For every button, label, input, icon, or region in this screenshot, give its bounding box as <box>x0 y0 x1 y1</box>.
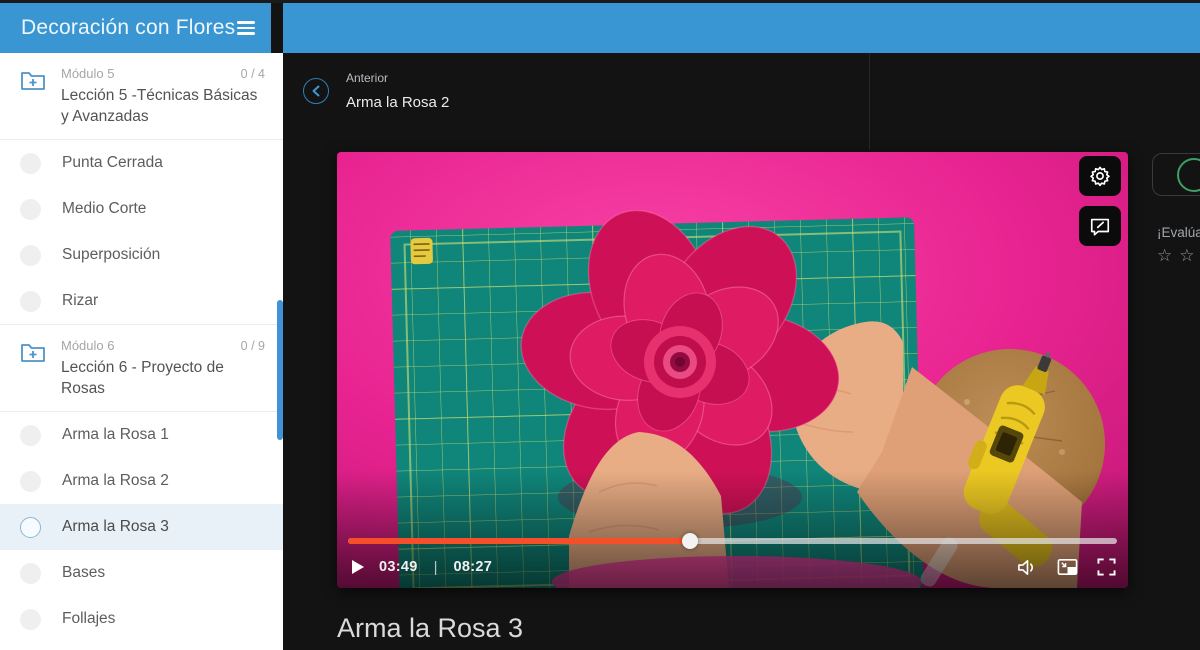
module-title: Lección 6 - Proyecto de Rosas <box>61 357 265 399</box>
sidebar-lesson-item[interactable]: Arma la Rosa 3 <box>0 504 283 550</box>
play-icon <box>351 559 365 575</box>
module-title: Lección 5 -Técnicas Básicas y Avanzadas <box>61 85 265 127</box>
app-window: Decoración con Flores Módulo 5 0 / 4 Lec… <box>0 0 1200 650</box>
header-divider <box>869 53 870 150</box>
module-header[interactable]: Módulo 6 0 / 9 Lección 6 - Proyecto de R… <box>0 324 283 412</box>
course-sidebar: Módulo 5 0 / 4 Lección 5 -Técnicas Básic… <box>0 53 283 650</box>
sidebar-lesson-item[interactable]: Hojas <box>0 642 283 650</box>
sidebar-lesson-item[interactable]: Rizar <box>0 278 283 324</box>
rating-widget: ¡Evalúa ☆☆☆ <box>1157 225 1200 266</box>
lesson-status-circle <box>20 245 41 266</box>
lesson-item-label: Arma la Rosa 3 <box>62 518 169 536</box>
sidebar-lesson-item[interactable]: Medio Corte <box>0 186 283 232</box>
previous-label: Anterior <box>346 71 449 85</box>
settings-button[interactable] <box>1079 156 1121 196</box>
lesson-status-circle <box>20 563 41 584</box>
sidebar-lesson-item[interactable]: Superposición <box>0 232 283 278</box>
rating-star[interactable]: ☆ <box>1157 246 1172 265</box>
comment-button[interactable] <box>1079 206 1121 246</box>
sidebar-lesson-item[interactable]: Arma la Rosa 2 <box>0 458 283 504</box>
play-button[interactable] <box>351 559 365 575</box>
top-bar <box>283 3 1200 53</box>
picture-in-picture-icon <box>1057 558 1078 576</box>
video-frame <box>337 152 1128 588</box>
module-header[interactable]: Módulo 5 0 / 4 Lección 5 -Técnicas Básic… <box>0 53 283 140</box>
module-label: Módulo 6 <box>61 338 114 353</box>
video-controls: 03:49 | 08:27 <box>351 552 1116 582</box>
fullscreen-icon <box>1097 558 1116 576</box>
lesson-status-circle <box>20 609 41 630</box>
rating-prompt: ¡Evalúa <box>1157 225 1200 240</box>
video-progress-bar[interactable] <box>348 534 1117 548</box>
lesson-item-label: Superposición <box>62 246 160 264</box>
lesson-status-circle <box>20 517 41 538</box>
rating-star[interactable]: ☆ <box>1179 246 1194 265</box>
rating-stars: ☆☆☆ <box>1157 246 1200 266</box>
lesson-item-label: Arma la Rosa 1 <box>62 426 169 444</box>
video-player[interactable]: 03:49 | 08:27 <box>337 152 1128 588</box>
lesson-item-label: Arma la Rosa 2 <box>62 472 169 490</box>
back-button[interactable] <box>303 78 329 104</box>
progress-thumb[interactable] <box>682 533 698 549</box>
volume-icon <box>1017 558 1038 577</box>
module-label: Módulo 5 <box>61 66 114 81</box>
previous-lesson-nav: Anterior Arma la Rosa 2 <box>303 71 449 111</box>
course-header: Decoración con Flores <box>0 3 271 53</box>
sidebar-lesson-item[interactable]: Follajes <box>0 596 283 642</box>
sidebar-lesson-item[interactable]: Punta Cerrada <box>0 140 283 186</box>
lesson-item-label: Bases <box>62 564 105 582</box>
time-separator: | <box>432 559 440 576</box>
folder-plus-icon <box>20 68 46 97</box>
lesson-item-label: Punta Cerrada <box>62 154 163 172</box>
lesson-item-label: Medio Corte <box>62 200 146 218</box>
lesson-status-circle <box>20 199 41 220</box>
lesson-item-label: Rizar <box>62 292 98 310</box>
completion-circle-button[interactable] <box>1177 158 1200 192</box>
hamburger-icon[interactable] <box>237 21 255 35</box>
duration: 08:27 <box>454 559 493 575</box>
current-time: 03:49 <box>379 559 418 575</box>
sidebar-lesson-item[interactable]: Bases <box>0 550 283 596</box>
lesson-status-circle <box>20 291 41 312</box>
lesson-status-circle <box>20 425 41 446</box>
folder-plus-icon <box>20 340 46 369</box>
completion-box <box>1152 153 1200 196</box>
sidebar-lesson-item[interactable]: Arma la Rosa 1 <box>0 412 283 458</box>
fullscreen-button[interactable] <box>1097 558 1116 576</box>
lesson-title: Arma la Rosa 3 <box>337 613 523 644</box>
previous-lesson-link[interactable]: Arma la Rosa 2 <box>346 94 449 111</box>
volume-button[interactable] <box>1017 558 1038 577</box>
comment-edit-icon <box>1089 215 1111 237</box>
course-title: Decoración con Flores <box>21 16 235 40</box>
lesson-status-circle <box>20 153 41 174</box>
pip-button[interactable] <box>1057 558 1078 576</box>
progress-fill <box>348 538 690 544</box>
chevron-left-icon <box>311 85 321 97</box>
main-content: Anterior Arma la Rosa 2 <box>283 53 1200 650</box>
module-progress-count: 0 / 4 <box>241 67 265 81</box>
lesson-status-circle <box>20 471 41 492</box>
lesson-item-label: Follajes <box>62 610 115 628</box>
gear-icon <box>1089 165 1111 187</box>
sidebar-lesson-list: Módulo 5 0 / 4 Lección 5 -Técnicas Básic… <box>0 53 283 650</box>
module-progress-count: 0 / 9 <box>241 339 265 353</box>
